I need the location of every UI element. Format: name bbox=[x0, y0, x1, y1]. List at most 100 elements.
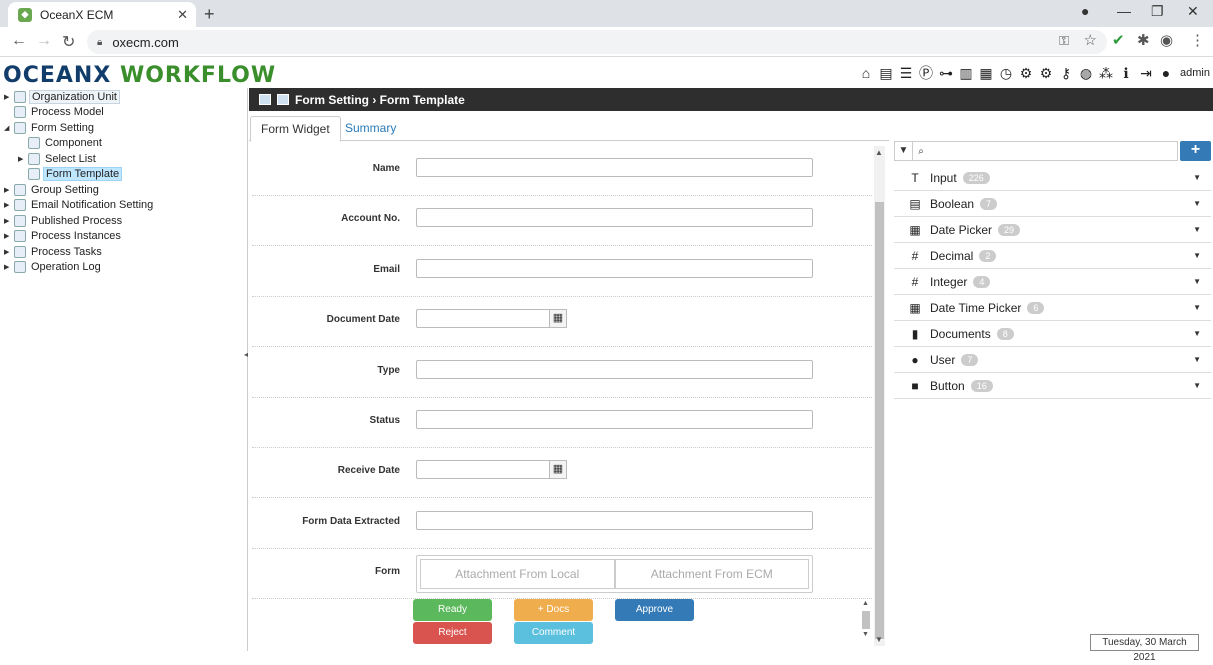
email-icon bbox=[14, 198, 26, 211]
tree-item-operation-log[interactable]: ▶ Operation Log bbox=[4, 259, 103, 274]
scroll-down-icon[interactable]: ▼ bbox=[875, 635, 883, 644]
username[interactable]: admin bbox=[1180, 67, 1210, 79]
name-input[interactable] bbox=[416, 158, 813, 177]
gear-icon[interactable]: ⚙ bbox=[1018, 65, 1034, 81]
home-icon[interactable]: ⌂ bbox=[858, 65, 874, 81]
tree-item-component[interactable]: Component bbox=[28, 135, 104, 150]
info-icon[interactable]: ℹ bbox=[1118, 65, 1134, 81]
document-date-input[interactable] bbox=[416, 309, 550, 328]
filter-icon[interactable]: ▼ bbox=[895, 142, 913, 160]
cubes-icon[interactable]: ⁂ bbox=[1098, 65, 1114, 81]
widget-category-integer[interactable]: # Integer 4 ▼ bbox=[894, 269, 1211, 295]
tree-item-organization-unit[interactable]: ▶ Organization Unit bbox=[4, 89, 120, 104]
scroll-down-icon[interactable]: ▼ bbox=[862, 631, 869, 638]
text-icon: T bbox=[911, 170, 919, 185]
bookmark-star-icon[interactable]: ☆ bbox=[1084, 31, 1097, 49]
back-icon[interactable]: ← bbox=[11, 32, 27, 50]
add-docs-button[interactable]: + Docs bbox=[514, 599, 593, 621]
close-tab-icon[interactable]: ✕ bbox=[177, 7, 188, 23]
calendar-icon[interactable]: ▦ bbox=[549, 309, 567, 328]
widget-search-input[interactable] bbox=[929, 143, 1177, 159]
tree-item-published-process[interactable]: ▶ Published Process bbox=[4, 213, 124, 228]
process-icon[interactable]: Ⓟ bbox=[918, 65, 934, 81]
tab-form-widget[interactable]: Form Widget bbox=[250, 116, 341, 142]
browser-tab[interactable]: ◆ OceanX ECM ✕ bbox=[8, 2, 196, 27]
email-input[interactable] bbox=[416, 259, 813, 278]
status-input[interactable] bbox=[416, 410, 813, 429]
approve-button[interactable]: Approve bbox=[615, 599, 694, 621]
chevron-down-icon: ▼ bbox=[1193, 303, 1201, 312]
scroll-up-icon[interactable]: ▲ bbox=[862, 600, 869, 607]
gears-icon[interactable]: ⚙ bbox=[1038, 65, 1054, 81]
widget-category-input[interactable]: T Input 226 ▼ bbox=[894, 165, 1211, 191]
report-icon[interactable]: ▤ bbox=[878, 65, 894, 81]
logo-workflow: WORKFLOW bbox=[119, 63, 277, 88]
tree-item-form-template[interactable]: Form Template bbox=[28, 166, 123, 181]
attachment-from-local-button[interactable]: Attachment From Local bbox=[420, 559, 615, 589]
restore-icon[interactable]: ❐ bbox=[1151, 3, 1164, 20]
task-list-icon[interactable]: ☰ bbox=[898, 65, 914, 81]
ready-button[interactable]: Ready bbox=[413, 599, 492, 621]
form-data-extracted-input[interactable] bbox=[416, 511, 813, 530]
user-icon[interactable]: ● bbox=[1158, 65, 1174, 81]
toggle-menu-icon[interactable] bbox=[259, 94, 271, 105]
count-badge: 226 bbox=[962, 171, 990, 184]
clock-icon[interactable]: ◷ bbox=[998, 65, 1014, 81]
check-extension-icon[interactable]: ✔ bbox=[1112, 31, 1125, 49]
account-icon[interactable]: ◉ bbox=[1160, 31, 1173, 49]
tree-item-email-notification-setting[interactable]: ▶ Email Notification Setting bbox=[4, 197, 155, 212]
widget-category-user[interactable]: ● User 7 ▼ bbox=[894, 347, 1211, 373]
widget-category-date-time-picker[interactable]: ▦ Date Time Picker 6 ▼ bbox=[894, 295, 1211, 321]
reject-button[interactable]: Reject bbox=[413, 622, 492, 644]
form-template-icon bbox=[277, 94, 289, 105]
button-scrollbar[interactable]: ▲ ▼ bbox=[861, 600, 871, 641]
trash-icon[interactable]: ▥ bbox=[958, 65, 974, 81]
calendar-icon[interactable]: ▦ bbox=[549, 460, 567, 479]
tree-item-process-tasks[interactable]: ▶ Process Tasks bbox=[4, 244, 104, 259]
list-icon[interactable]: ▦ bbox=[978, 65, 994, 81]
tree-item-process-model[interactable]: Process Model bbox=[14, 104, 106, 119]
scroll-up-icon[interactable]: ▲ bbox=[875, 148, 883, 157]
scroll-thumb[interactable] bbox=[862, 611, 870, 629]
tree-item-form-setting[interactable]: ◢ Form Setting bbox=[4, 120, 96, 135]
widget-category-boolean[interactable]: ▤ Boolean 7 ▼ bbox=[894, 191, 1211, 217]
widget-category-date-picker[interactable]: ▦ Date Picker 29 ▼ bbox=[894, 217, 1211, 243]
tree-item-process-instances[interactable]: ▶ Process Instances bbox=[4, 228, 123, 243]
scroll-thumb[interactable] bbox=[875, 202, 884, 639]
panel-collapse-handle[interactable]: ◂ bbox=[244, 350, 248, 359]
close-window-icon[interactable]: ✕ bbox=[1187, 3, 1199, 20]
form-scrollbar[interactable]: ▲ ▼ bbox=[874, 146, 885, 646]
attachment-from-ecm-button[interactable]: Attachment From ECM bbox=[614, 559, 809, 589]
widget-category-decimal[interactable]: # Decimal 2 ▼ bbox=[894, 243, 1211, 269]
form-row-form-data-extracted: Form Data Extracted bbox=[252, 499, 872, 549]
tree-item-select-list[interactable]: ▶ Select List bbox=[18, 151, 98, 166]
forward-icon[interactable]: → bbox=[36, 32, 52, 50]
minimize-icon[interactable]: — bbox=[1117, 3, 1131, 19]
user-icon: ● bbox=[911, 352, 919, 367]
extensions-puzzle-icon[interactable]: ✱ bbox=[1137, 31, 1150, 49]
app-header: OCEANX WORKFLOW ⌂ ▤ ☰ Ⓟ ⊶ ▥ ▦ ◷ ⚙ ⚙ ⚷ ◍ … bbox=[0, 58, 1213, 88]
tree-item-group-setting[interactable]: ▶ Group Setting bbox=[4, 182, 101, 197]
key-icon[interactable]: ⚷ bbox=[1058, 65, 1074, 81]
add-widget-button[interactable]: + bbox=[1180, 141, 1211, 161]
browser-menu-icon[interactable]: ⋮ bbox=[1190, 31, 1205, 49]
widget-category-documents[interactable]: ▮ Documents 8 ▼ bbox=[894, 321, 1211, 347]
key-icon[interactable]: ⚿ bbox=[1059, 33, 1069, 49]
count-badge: 6 bbox=[1027, 301, 1045, 314]
chevron-down-icon: ▼ bbox=[1193, 329, 1201, 338]
new-tab-icon[interactable]: + bbox=[204, 4, 215, 25]
reload-icon[interactable]: ↻ bbox=[62, 32, 75, 52]
favicon-icon: ◆ bbox=[18, 7, 32, 22]
account-no-input[interactable] bbox=[416, 208, 813, 227]
type-input[interactable] bbox=[416, 360, 813, 379]
profile-menu-icon[interactable]: ● bbox=[1081, 3, 1089, 19]
widget-category-button[interactable]: ■ Button 16 ▼ bbox=[894, 373, 1211, 399]
comment-button[interactable]: Comment bbox=[514, 622, 593, 644]
receive-date-input[interactable] bbox=[416, 460, 550, 479]
globe-icon[interactable]: ◍ bbox=[1078, 65, 1094, 81]
workflow-icon[interactable]: ⊶ bbox=[938, 65, 954, 81]
omnibox[interactable]: 🔒︎ oxecm.com ⚿ ☆ bbox=[87, 30, 1107, 54]
tab-summary[interactable]: Summary bbox=[335, 116, 406, 142]
count-badge: 7 bbox=[980, 197, 998, 210]
logout-icon[interactable]: ⇥ bbox=[1138, 65, 1154, 81]
